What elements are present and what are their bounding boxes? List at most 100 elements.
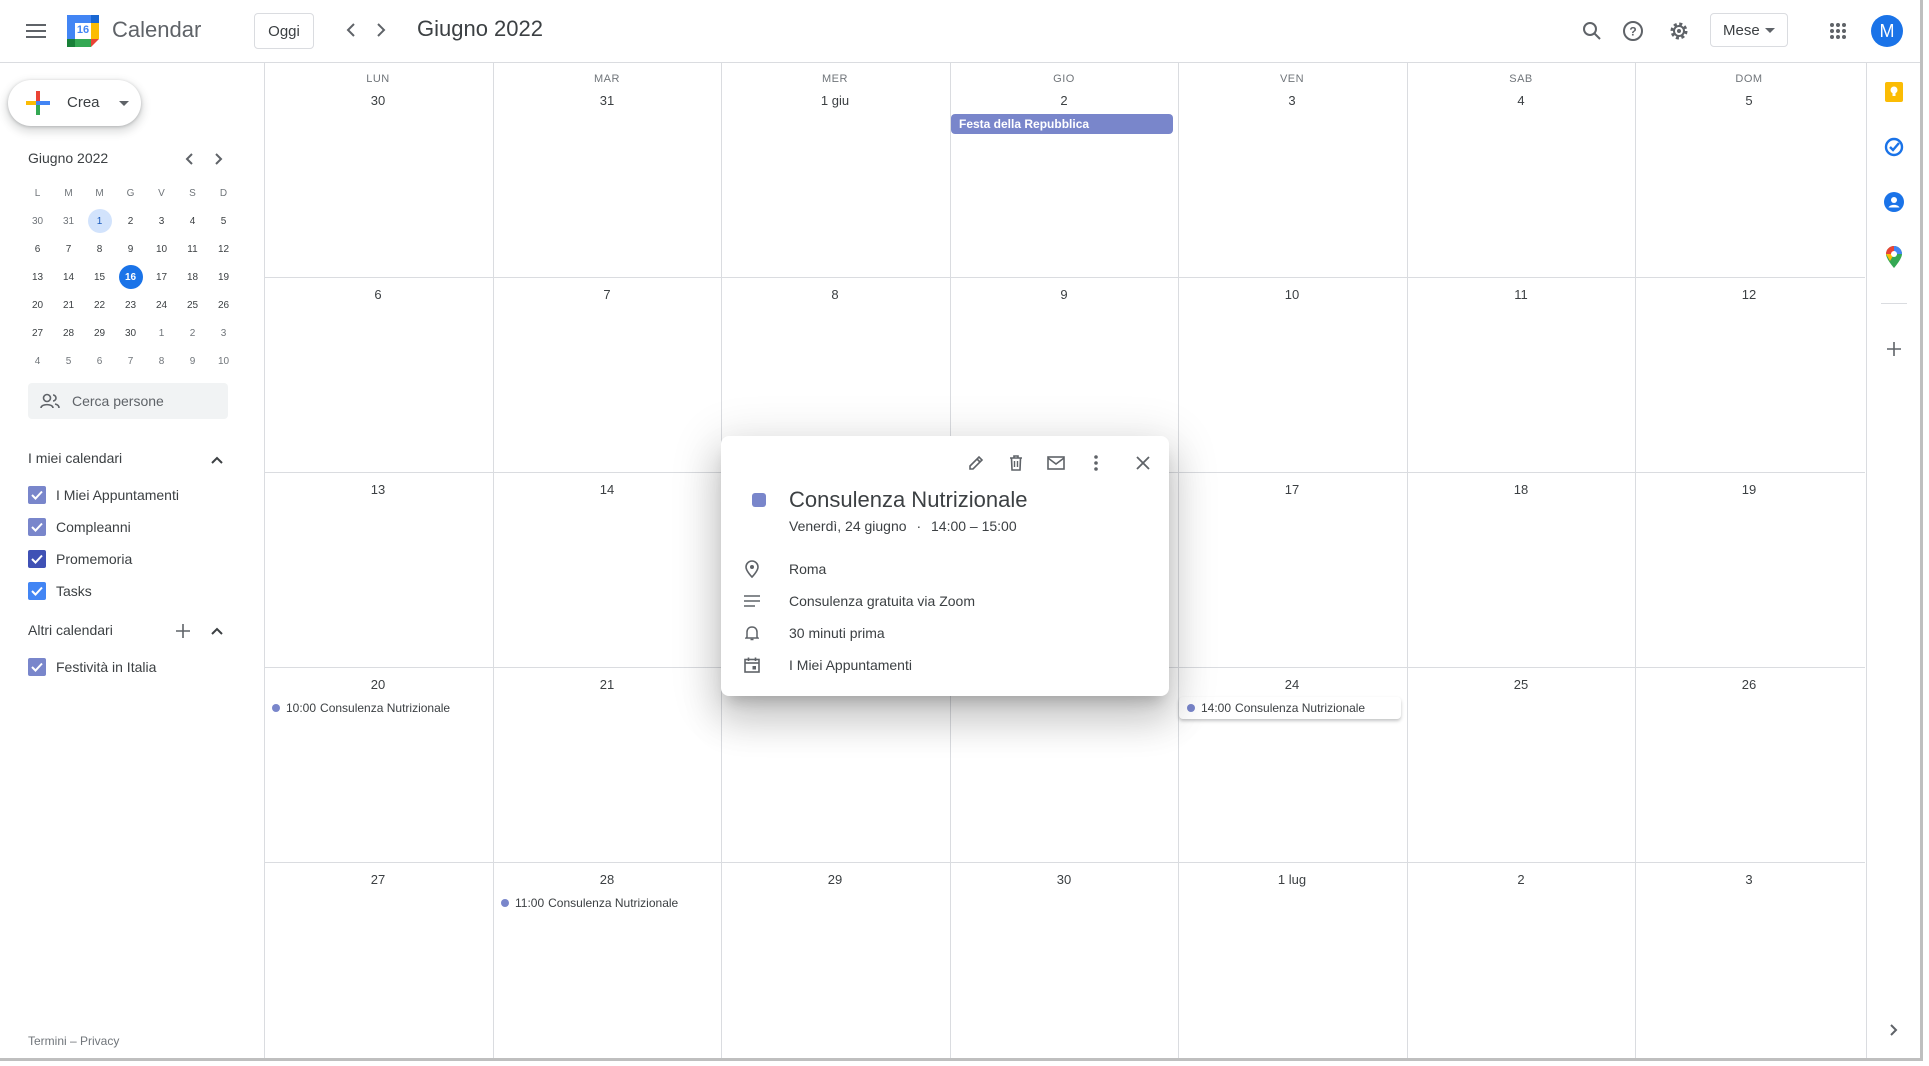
email-envelope-icon[interactable] [1039,446,1073,480]
mini-day[interactable]: 13 [22,263,53,291]
calendar-item[interactable]: Festività in Italia [28,655,156,679]
footer-links[interactable]: Termini – Privacy [28,1034,119,1048]
mini-day[interactable]: 9 [115,235,146,263]
day-number[interactable]: 1 giu [721,93,949,108]
day-number[interactable]: 18 [1407,482,1635,497]
timed-event-selected[interactable]: 14:00 Consulenza Nutrizionale [1179,697,1401,719]
mini-day[interactable]: 27 [22,319,53,347]
day-number[interactable]: 5 [1635,93,1863,108]
help-icon[interactable]: ? [1613,11,1653,51]
day-number[interactable]: 30 [950,872,1178,887]
mini-day[interactable]: 23 [115,291,146,319]
day-number[interactable]: 20 [264,677,492,692]
mini-day[interactable]: 7 [115,347,146,375]
mini-day[interactable]: 31 [53,207,84,235]
checkbox-checked-icon[interactable] [28,550,46,568]
day-number[interactable]: 8 [721,287,949,302]
mini-day[interactable]: 9 [177,347,208,375]
mini-day[interactable]: 19 [208,263,239,291]
day-number[interactable]: 31 [493,93,721,108]
add-other-calendar-button[interactable] [170,618,196,644]
allday-event[interactable]: Festa della Repubblica [951,114,1173,134]
mini-day[interactable]: 8 [146,347,177,375]
next-period-button[interactable] [364,13,398,47]
day-number[interactable]: 13 [264,482,492,497]
mini-prev-month-button[interactable] [176,146,202,172]
mini-day[interactable]: 28 [53,319,84,347]
today-button[interactable]: Oggi [254,13,314,49]
checkbox-checked-icon[interactable] [28,582,46,600]
add-addon-button[interactable] [1877,332,1911,366]
day-number[interactable]: 10 [1178,287,1406,302]
mini-day[interactable]: 12 [208,235,239,263]
calendar-item[interactable]: Compleanni [28,515,131,539]
mini-day[interactable]: 20 [22,291,53,319]
mini-day[interactable]: 18 [177,263,208,291]
main-menu-icon[interactable] [16,11,56,51]
day-number[interactable]: 3 [1635,872,1863,887]
calendar-item[interactable]: I Miei Appuntamenti [28,483,179,507]
mini-day[interactable]: 8 [84,235,115,263]
maps-icon[interactable] [1877,240,1911,274]
mini-day-selected[interactable]: 1 [84,207,115,235]
calendar-item[interactable]: Tasks [28,579,92,603]
mini-day[interactable]: 29 [84,319,115,347]
close-icon[interactable] [1126,446,1160,480]
create-button[interactable]: Crea [8,80,141,126]
tasks-icon[interactable] [1877,130,1911,164]
more-options-icon[interactable] [1079,446,1113,480]
day-number[interactable]: 6 [264,287,492,302]
mini-day[interactable]: 3 [208,319,239,347]
mini-day[interactable]: 3 [146,207,177,235]
mini-day[interactable]: 4 [177,207,208,235]
mini-day[interactable]: 6 [84,347,115,375]
mini-day[interactable]: 4 [22,347,53,375]
mini-day[interactable]: 24 [146,291,177,319]
day-number[interactable]: 14 [493,482,721,497]
my-calendars-title[interactable]: I miei calendari [28,450,122,466]
day-number[interactable]: 17 [1178,482,1406,497]
mini-day[interactable]: 2 [115,207,146,235]
mini-day[interactable]: 10 [208,347,239,375]
day-number[interactable]: 2 [950,93,1178,108]
timed-event[interactable]: 10:00 Consulenza Nutrizionale [264,697,450,719]
settings-gear-icon[interactable] [1659,11,1699,51]
day-number[interactable]: 28 [493,872,721,887]
view-selector[interactable]: Mese [1710,13,1788,47]
contacts-icon[interactable] [1877,185,1911,219]
day-number[interactable]: 12 [1635,287,1863,302]
mini-day[interactable]: 22 [84,291,115,319]
mini-day[interactable]: 30 [22,207,53,235]
mini-day[interactable]: 21 [53,291,84,319]
day-number[interactable]: 25 [1407,677,1635,692]
collapse-my-calendars-button[interactable] [204,447,230,473]
collapse-other-calendars-button[interactable] [204,618,230,644]
mini-day[interactable]: 1 [146,319,177,347]
mini-day-today[interactable]: 16 [115,263,146,291]
day-number[interactable]: 7 [493,287,721,302]
other-calendars-title[interactable]: Altri calendari [28,622,113,638]
keep-icon[interactable] [1877,75,1911,109]
calendar-item[interactable]: Promemoria [28,547,132,571]
mini-next-month-button[interactable] [206,146,232,172]
edit-pencil-icon[interactable] [959,446,993,480]
mini-day[interactable]: 5 [208,207,239,235]
day-number[interactable]: 11 [1407,287,1635,302]
mini-day[interactable]: 30 [115,319,146,347]
day-number[interactable]: 21 [493,677,721,692]
delete-trash-icon[interactable] [999,446,1033,480]
prev-period-button[interactable] [334,13,368,47]
search-people-input[interactable]: Cerca persone [28,383,228,419]
search-icon[interactable] [1572,11,1612,51]
mini-day[interactable]: 2 [177,319,208,347]
day-number[interactable]: 4 [1407,93,1635,108]
account-avatar[interactable]: M [1871,15,1903,47]
mini-day[interactable]: 14 [53,263,84,291]
day-number[interactable]: 29 [721,872,949,887]
day-number[interactable]: 1 lug [1178,872,1406,887]
day-number[interactable]: 27 [264,872,492,887]
mini-day[interactable]: 7 [53,235,84,263]
apps-grid-icon[interactable] [1818,11,1858,51]
mini-day[interactable]: 11 [177,235,208,263]
mini-day[interactable]: 10 [146,235,177,263]
